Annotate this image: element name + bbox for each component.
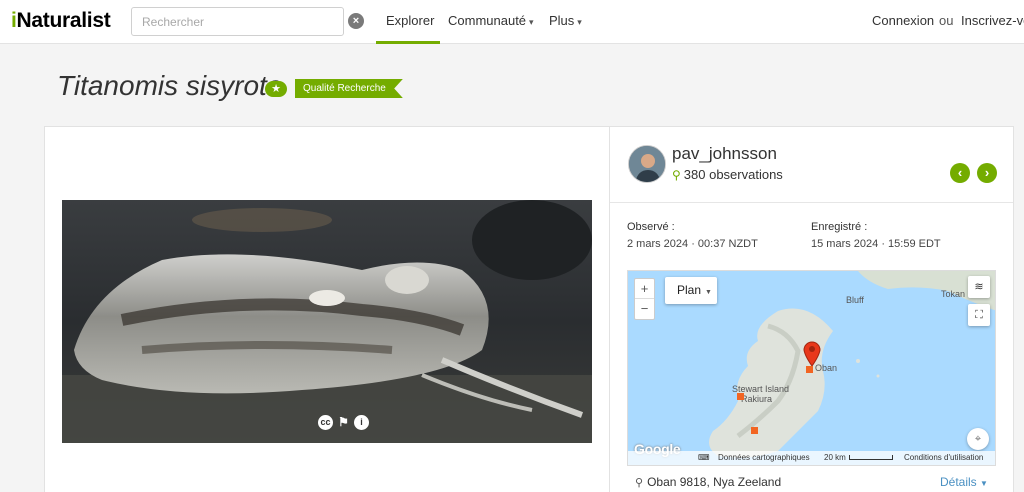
zoom-control: + − — [634, 278, 655, 320]
terms-link[interactable]: Conditions d'utilisation — [904, 453, 983, 462]
user-avatar[interactable] — [628, 145, 666, 183]
observation-marker[interactable] — [737, 393, 744, 400]
login-link[interactable]: Connexion — [872, 13, 934, 28]
inaturalist-logo[interactable]: iNaturalist — [11, 9, 111, 33]
scale-bar — [848, 455, 893, 460]
chevron-down-icon: ▾ — [577, 17, 582, 27]
recorded-date: 15 mars 2024 · 15:59 EDT — [811, 238, 941, 250]
next-observation-button[interactable]: › — [977, 163, 997, 183]
map-label-rakiura: Rakiura — [741, 394, 773, 404]
fullscreen-icon[interactable]: ⛶ — [968, 304, 990, 326]
signup-link[interactable]: Inscrivez-vo — [961, 13, 1024, 28]
layers-icon[interactable]: ≋ — [968, 276, 990, 298]
info-icon[interactable]: i — [354, 415, 369, 430]
observed-date: 2 mars 2024 · 00:37 NZDT — [627, 238, 758, 250]
or-text: ou — [939, 13, 954, 28]
zoom-out-button[interactable]: − — [635, 299, 654, 319]
details-dropdown[interactable]: Détails ▼ — [940, 475, 988, 489]
map-attribution: ⌨ Données cartographiques 20 km Conditio… — [628, 451, 995, 465]
observed-label: Observé : — [627, 221, 675, 233]
place-name: ⚲ Oban 9818, Nya Zeeland — [635, 475, 782, 489]
observation-marker[interactable] — [806, 366, 813, 373]
nav-explore[interactable]: Explorer — [386, 13, 434, 28]
nav-more[interactable]: Plus ▾ — [549, 13, 582, 28]
caret-down-icon: ▼ — [705, 289, 712, 296]
caret-down-icon: ▼ — [980, 479, 988, 488]
map-data-link[interactable]: Données cartographiques — [718, 453, 810, 462]
species-title[interactable]: Titanomis sisyrota — [57, 70, 282, 102]
clear-search-icon[interactable]: × — [348, 13, 364, 29]
map-pin-icon: ⚲ — [635, 477, 644, 489]
username[interactable]: pav_johnsson — [672, 144, 777, 164]
star-icon[interactable]: ★ — [265, 81, 287, 97]
map-label-tokan: Tokan — [941, 289, 966, 299]
observation-photo[interactable]: cc ⚑ i — [62, 200, 592, 443]
photo-panel: cc ⚑ i — [44, 126, 610, 492]
zoom-in-button[interactable]: + — [635, 279, 654, 299]
recorded-label: Enregistré : — [811, 221, 868, 233]
scale-indicator: 20 km — [824, 453, 893, 462]
quality-grade-badge: Qualité Recherche — [295, 79, 403, 98]
photo-toolbar: cc ⚑ i — [318, 415, 369, 430]
binoculars-icon: ⚲ — [672, 168, 681, 182]
nav-active-indicator — [376, 41, 440, 44]
top-navbar: iNaturalist × Explorer Communauté▾ Plus▾… — [0, 0, 1024, 44]
map-label-bluff: Bluff — [846, 295, 864, 305]
chevron-down-icon: ▾ — [529, 17, 534, 27]
observation-info-panel: pav_johnsson ⚲ 380 observations ‹ › Obser… — [609, 126, 1014, 492]
previous-observation-button[interactable]: ‹ — [950, 163, 970, 183]
search-input[interactable] — [131, 7, 344, 36]
divider — [610, 202, 1013, 203]
keyboard-shortcuts-icon[interactable]: ⌨ — [698, 453, 710, 462]
location-map[interactable]: + − Plan ▼ ≋ ⛶ Bluff Tokan Oban Stewart I… — [627, 270, 996, 466]
map-type-select[interactable]: Plan ▼ — [665, 277, 717, 304]
license-cc-icon[interactable]: cc — [318, 415, 333, 430]
flag-icon[interactable]: ⚑ — [336, 415, 351, 430]
avatar-image — [629, 146, 665, 182]
locate-icon[interactable]: ⌖ — [967, 428, 989, 450]
observation-marker[interactable] — [751, 427, 758, 434]
moth-image — [62, 200, 592, 443]
nav-community[interactable]: Communauté ▾ — [448, 13, 534, 28]
location-marker-icon[interactable] — [802, 339, 822, 367]
observation-count[interactable]: ⚲ 380 observations — [672, 167, 783, 182]
